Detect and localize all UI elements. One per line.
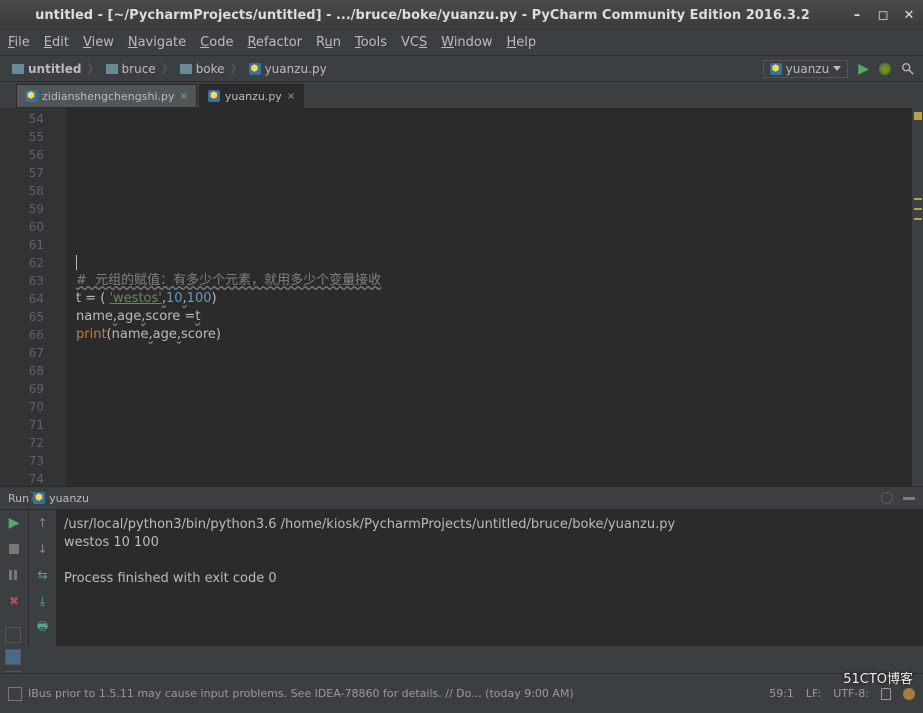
python-file-icon: ⬢ [25,90,37,102]
window-titlebar: untitled - [~/PycharmProjects/untitled] … [0,0,923,30]
navigation-bar: untitled 〉 bruce 〉 boke 〉 ⬢yuanzu.py ⬢ y… [0,56,923,82]
scroll-to-end-button[interactable]: ⤓ [36,594,50,608]
lock-icon[interactable] [881,688,891,700]
rerun-button[interactable]: ▶ [7,516,21,530]
menu-view[interactable]: View [83,35,114,50]
editor-tab[interactable]: ⬢ zidianshengchengshi.py × [16,84,197,108]
code-editor[interactable]: 5455565758596061626364656667686970717273… [0,108,923,486]
close-icon[interactable]: × [180,91,188,102]
python-file-icon: ⬢ [770,63,782,75]
close-icon[interactable]: × [287,91,295,102]
run-config-selector[interactable]: ⬢ yuanzu [763,60,849,78]
run-config-label: yuanzu [786,62,830,76]
favorites-tool-button[interactable] [5,649,21,665]
run-toolbar-2: ↑ ↓ ⇆ ⤓ 🖶 [28,510,56,646]
structure-tool-button[interactable] [5,627,21,643]
up-button[interactable]: ↑ [36,516,50,530]
hide-icon[interactable] [903,497,915,500]
chevron-right-icon: 〉 [88,60,100,77]
status-bar: IBus prior to 1.5.11 may cause input pro… [0,673,923,713]
editor-tab-active[interactable]: ⬢ yuanzu.py × [199,84,304,108]
tool-title: Run [8,492,29,505]
line-separator[interactable]: LF: [806,687,821,700]
warning-indicator-icon[interactable] [914,112,922,120]
python-file-icon: ⬢ [33,492,45,504]
down-button[interactable]: ↓ [36,542,50,556]
chevron-right-icon: 〉 [162,60,174,77]
tool-windows-icon[interactable] [8,687,22,701]
tab-label: zidianshengchengshi.py [42,90,175,103]
menu-code[interactable]: Code [200,35,233,50]
watermark: 51CTO博客 [843,668,913,687]
hector-icon[interactable] [903,688,915,700]
menu-file[interactable]: File [8,35,30,50]
close-button[interactable]: ✖ [7,594,21,608]
error-stripe-mark[interactable] [914,218,922,220]
soft-wrap-button[interactable]: ⇆ [36,568,50,582]
menu-run[interactable]: Run [316,35,341,50]
file-encoding[interactable]: UTF-8: [833,687,869,700]
code-area[interactable]: # 元组的赋值：有多少个元素，就用多少个变量接收 t = ( 'westos',… [50,108,911,486]
folder-icon [180,64,192,74]
editor-tabs: ⬢ zidianshengchengshi.py × ⬢ yuanzu.py × [0,82,923,108]
chevron-down-icon [833,66,841,71]
main-menu-bar: File Edit View Navigate Code Refactor Ru… [0,30,923,56]
python-file-icon: ⬢ [249,63,261,75]
folder-icon [12,64,24,74]
breadcrumb-root[interactable]: untitled [8,62,86,76]
line-number-gutter: 5455565758596061626364656667686970717273… [0,108,50,486]
run-button[interactable]: ▶ [858,61,869,77]
maximize-icon[interactable]: ◻ [877,9,889,21]
menu-refactor[interactable]: Refactor [247,35,302,50]
breadcrumb-dir[interactable]: boke [176,62,229,76]
search-icon[interactable] [901,62,915,76]
debug-button[interactable] [879,63,891,75]
gear-icon[interactable] [881,492,893,504]
window-title: untitled - [~/PycharmProjects/untitled] … [8,8,837,23]
menu-tools[interactable]: Tools [355,35,387,50]
stop-button[interactable] [7,542,21,556]
breadcrumb-dir[interactable]: bruce [102,62,160,76]
caret-position[interactable]: 59:1 [769,687,794,700]
pause-button[interactable] [7,568,21,582]
menu-edit[interactable]: Edit [44,35,69,50]
folder-icon [106,64,118,74]
chevron-right-icon: 〉 [231,60,243,77]
editor-scrollbar[interactable] [911,108,923,486]
menu-vcs[interactable]: VCS [401,35,427,50]
minimize-icon[interactable]: – [851,9,863,21]
close-icon[interactable]: ✕ [903,9,915,21]
breadcrumb-file[interactable]: ⬢yuanzu.py [245,62,331,76]
tab-label: yuanzu.py [225,90,282,103]
print-button[interactable]: 🖶 [36,620,50,634]
python-file-icon: ⬢ [208,90,220,102]
menu-navigate[interactable]: Navigate [128,35,186,50]
error-stripe-mark[interactable] [914,208,922,210]
menu-window[interactable]: Window [441,35,492,50]
menu-help[interactable]: Help [507,35,537,50]
error-stripe-mark[interactable] [914,198,922,200]
status-message[interactable]: IBus prior to 1.5.11 may cause input pro… [28,687,769,700]
